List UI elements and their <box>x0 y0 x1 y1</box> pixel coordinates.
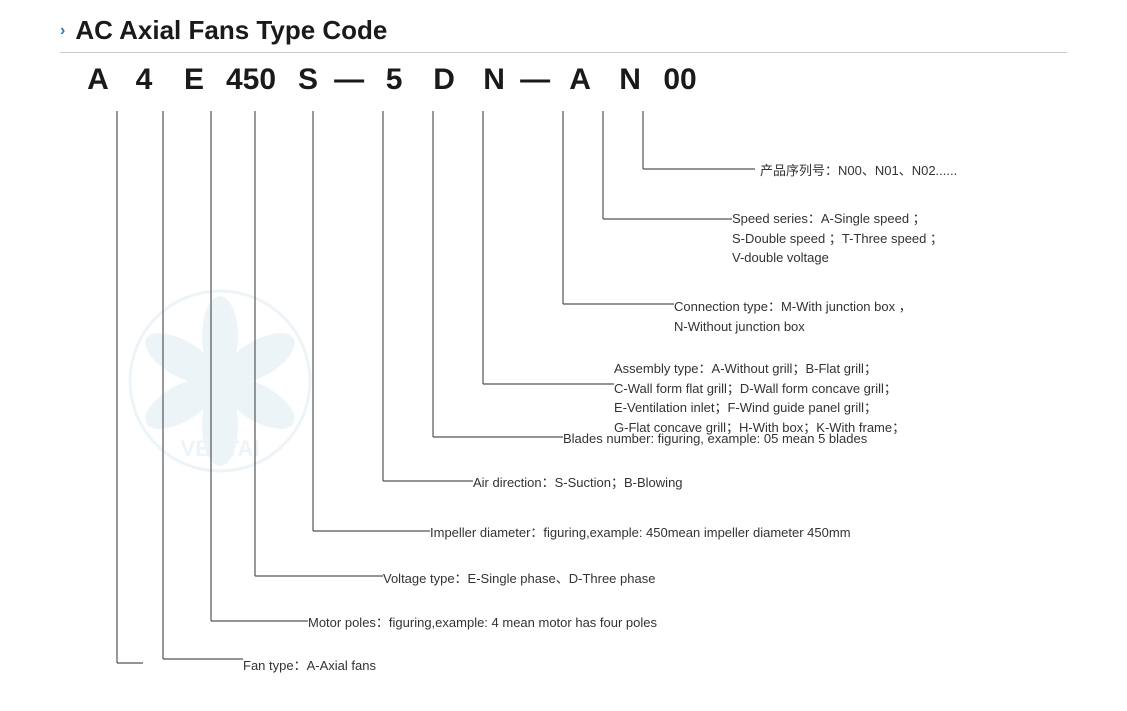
page-title: AC Axial Fans Type Code <box>75 15 387 46</box>
code-letter-450: 450 <box>226 63 276 97</box>
chevron-icon: › <box>60 22 65 40</box>
code-letter-4: 4 <box>126 63 162 97</box>
label-connection-type: Connection type：M-With junction box ， N-… <box>674 297 912 336</box>
label-blades-number: Blades number: figuring, example: 05 mea… <box>563 429 867 449</box>
label-voltage-type: Voltage type：E-Single phase、D-Three phas… <box>383 569 655 589</box>
header-section: › AC Axial Fans Type Code <box>60 15 1067 46</box>
code-letter-S: S <box>290 63 326 97</box>
code-dash-1: — <box>334 63 364 97</box>
label-motor-poles: Motor poles：figuring,example: 4 mean mot… <box>308 613 657 633</box>
code-dash-2: — <box>520 63 550 97</box>
label-product-cn: 产品序列号：N00、N01、N02...... <box>760 161 957 181</box>
diagram-area: VENTAI <box>60 101 1067 681</box>
page-container: › AC Axial Fans Type Code A 4 E 450 S — … <box>0 0 1127 711</box>
header-divider <box>60 52 1067 53</box>
code-letter-N: N <box>476 63 512 97</box>
label-assembly-type: Assembly type：A-Without grill；B-Flat gri… <box>614 359 905 437</box>
label-air-direction: Air direction：S-Suction；B-Blowing <box>473 473 683 493</box>
code-letter-E: E <box>176 63 212 97</box>
code-letter-N2: N <box>612 63 648 97</box>
code-letter-A2: A <box>562 63 598 97</box>
label-speed-series: Speed series：A-Single speed ； S-Double s… <box>732 209 943 268</box>
watermark: VENTAI <box>120 281 320 486</box>
code-letter-D: D <box>426 63 462 97</box>
code-row: A 4 E 450 S — 5 D N — A N 00 <box>80 63 1067 97</box>
code-letter-5: 5 <box>376 63 412 97</box>
code-letter-00: 00 <box>662 63 698 97</box>
code-letter-A: A <box>80 63 116 97</box>
label-fan-type: Fan type：A-Axial fans <box>243 656 376 676</box>
label-impeller-diameter: Impeller diameter：figuring,example: 450m… <box>430 523 851 543</box>
svg-text:VENTAI: VENTAI <box>180 436 259 461</box>
